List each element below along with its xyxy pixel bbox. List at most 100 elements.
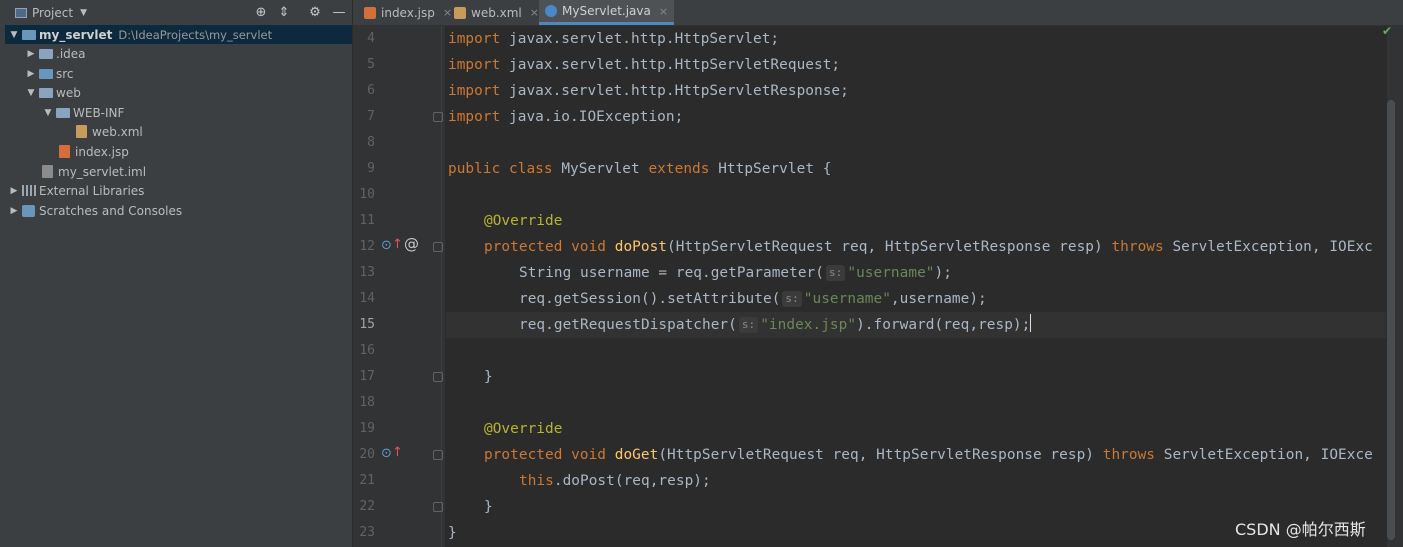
arrow-up-icon[interactable]: ↑ — [392, 446, 403, 460]
code-line-13: String username = req.getParameter(s: "us… — [519, 260, 952, 286]
keyword: class — [509, 161, 553, 177]
code-text: } — [484, 499, 493, 515]
fold-marker-icon[interactable] — [433, 372, 443, 382]
expand-arrow-icon[interactable]: ▶ — [25, 49, 37, 59]
code-text: .doPost(req,resp); — [553, 473, 711, 489]
keyword: import — [448, 109, 501, 125]
line-number: 13 — [359, 265, 375, 280]
keyword: public — [448, 161, 501, 177]
class-name: MyServlet — [561, 161, 640, 177]
code-text: req.getRequestDispatcher( — [519, 317, 737, 333]
module-folder-icon — [22, 30, 36, 40]
line-number: 7 — [367, 109, 375, 124]
fold-marker-icon[interactable] — [433, 112, 443, 122]
keyword: import — [448, 57, 501, 73]
source-folder-icon — [39, 69, 53, 79]
tree-item-web-inf[interactable]: ▼ WEB-INF — [5, 103, 352, 122]
string-literal: "index.jsp" — [760, 317, 857, 333]
expand-arrow-icon[interactable]: ▼ — [8, 30, 20, 40]
override-method-icon[interactable]: ⊙ — [381, 239, 392, 253]
close-icon[interactable]: × — [659, 5, 668, 18]
collapse-all-icon[interactable]: ⇕ — [275, 4, 293, 22]
line-number: 10 — [359, 187, 375, 202]
arrow-up-icon[interactable]: ↑ — [392, 238, 403, 252]
fold-marker-icon[interactable] — [433, 450, 443, 460]
folder-icon — [39, 49, 53, 59]
project-view-selector[interactable]: Project ▼ — [15, 4, 87, 22]
locate-icon[interactable]: ⊕ — [252, 4, 270, 22]
line-number: 23 — [359, 525, 375, 540]
line-number: 21 — [359, 473, 375, 488]
code-line-4: import javax.servlet.http.HttpServlet; — [448, 26, 779, 52]
tree-item-label: my_servlet — [39, 27, 113, 42]
tree-item-scratches[interactable]: ▶ Scratches and Consoles — [5, 201, 352, 220]
code-text: ); — [934, 265, 952, 281]
line-number: 4 — [367, 31, 375, 46]
tree-item-label: WEB-INF — [73, 105, 125, 120]
tab-label: web.xml — [471, 5, 522, 20]
tab-myservlet-java[interactable]: MyServlet.java × — [539, 0, 675, 25]
fold-marker-icon[interactable] — [433, 502, 443, 512]
code-line-9: public class MyServlet extends HttpServl… — [448, 156, 831, 182]
line-number: 20 — [359, 447, 375, 462]
code-line-5: import javax.servlet.http.HttpServletReq… — [448, 52, 840, 78]
keyword: protected — [484, 447, 563, 463]
check-icon: ✔ — [1382, 24, 1393, 38]
web-folder-icon — [39, 88, 53, 98]
close-icon[interactable]: × — [530, 6, 539, 19]
fold-gutter-line — [441, 26, 442, 547]
line-number: 9 — [367, 161, 375, 176]
tree-item-web-xml[interactable]: web.xml — [5, 122, 352, 141]
line-number-current: 15 — [359, 317, 375, 332]
tree-item-label: index.jsp — [75, 144, 129, 159]
tree-item-iml[interactable]: my_servlet.iml — [5, 162, 352, 181]
override-method-icon[interactable]: ⊙ — [381, 447, 392, 461]
expand-arrow-icon[interactable]: ▼ — [25, 88, 37, 98]
project-panel-title: Project — [32, 6, 74, 20]
tree-item-src[interactable]: ▶ src — [5, 64, 352, 83]
tab-index-jsp[interactable]: index.jsp × — [358, 0, 458, 25]
keyword: throws — [1111, 239, 1164, 255]
expand-arrow-icon[interactable]: ▶ — [25, 69, 37, 79]
tab-label: index.jsp — [381, 5, 435, 20]
keyword: void — [571, 447, 607, 463]
tab-label: MyServlet.java — [562, 4, 651, 18]
chevron-down-icon: ▼ — [80, 8, 87, 18]
java-class-icon — [545, 5, 557, 17]
fold-marker-icon[interactable] — [433, 242, 443, 252]
expand-arrow-icon[interactable]: ▼ — [42, 108, 54, 118]
hide-icon[interactable]: — — [330, 4, 348, 22]
tree-item-external-libraries[interactable]: ▶ External Libraries — [5, 181, 352, 200]
string-literal: "username" — [847, 265, 935, 281]
xml-file-icon — [76, 125, 87, 138]
tree-item-my-servlet[interactable]: ▼ my_servlet D:\IdeaProjects\my_servlet — [5, 25, 352, 44]
keyword: extends — [648, 161, 710, 177]
gear-icon[interactable]: ⚙ — [306, 4, 324, 22]
expand-arrow-icon[interactable]: ▶ — [8, 206, 20, 216]
code-line-19: @Override — [484, 416, 562, 442]
code-text: ).forward(req,resp); — [856, 317, 1031, 333]
code-line-14: req.getSession().setAttribute(s: "usernam… — [519, 286, 987, 312]
code-text: } — [448, 525, 457, 541]
keyword: import — [448, 83, 501, 99]
code-line-22: } — [484, 494, 493, 520]
watermark: CSDN @帕尔西斯 — [1235, 520, 1366, 539]
line-number: 6 — [367, 83, 375, 98]
tree-item-idea[interactable]: ▶ .idea — [5, 44, 352, 63]
method-name: doPost — [614, 239, 668, 255]
tree-item-web[interactable]: ▼ web — [5, 83, 352, 102]
code-line-12: protected void doPost(HttpServletRequest… — [484, 234, 1373, 260]
code-text: java.io.IOException; — [509, 109, 684, 125]
parameter-hint: s: — [782, 291, 802, 307]
keyword: void — [571, 239, 607, 255]
project-icon — [15, 8, 27, 18]
code-text: } — [484, 369, 493, 385]
line-number: 22 — [359, 499, 375, 514]
vertical-scrollbar[interactable] — [1387, 100, 1395, 540]
tree-item-index-jsp[interactable]: index.jsp — [5, 142, 352, 161]
at-sign-icon[interactable]: @ — [404, 237, 419, 252]
project-panel-header: Project ▼ ⊕ ⇕ ⚙ — — [5, 0, 352, 26]
tab-web-xml[interactable]: web.xml × — [448, 0, 545, 25]
keyword: throws — [1102, 447, 1156, 463]
expand-arrow-icon[interactable]: ▶ — [8, 186, 20, 196]
